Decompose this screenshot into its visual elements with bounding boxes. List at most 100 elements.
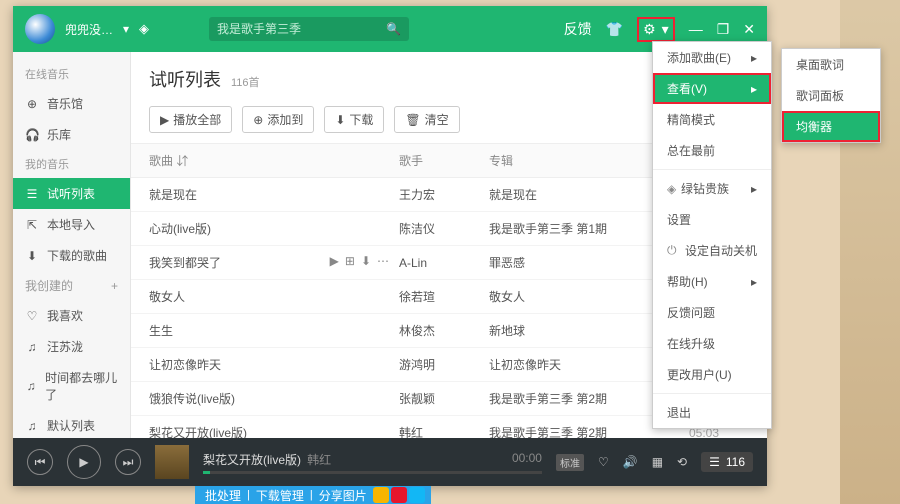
task-share[interactable]: 分享图片 [315, 487, 371, 504]
song-name: 心动(live版) [149, 220, 211, 237]
download-icon[interactable]: ⬇ [361, 254, 371, 271]
menu-auto-shutdown[interactable]: ⏻设定自动关机 [653, 235, 771, 266]
sidebar-group: 我创建的+ [13, 271, 130, 300]
shirt-icon[interactable]: 👕 [606, 21, 623, 38]
menu-compact[interactable]: 精简模式 [653, 104, 771, 135]
row-actions: ▶ ⊞ ⬇ ⋯ [330, 254, 389, 271]
app-logo-icon[interactable] [25, 14, 55, 44]
sidebar-item-local[interactable]: ⇱本地导入 [13, 209, 130, 240]
song-name: 敬女人 [149, 288, 185, 305]
page-title: 试听列表 [149, 66, 221, 92]
col-song[interactable]: 歌曲 ⇵ [149, 152, 399, 169]
more-icon[interactable]: ⋯ [377, 254, 389, 271]
import-icon: ⇱ [25, 218, 39, 232]
restore-icon[interactable]: ❐ [717, 21, 730, 38]
qq-icon[interactable] [409, 487, 425, 503]
diamond-icon: ◈ [667, 182, 681, 196]
sidebar-item-library[interactable]: 🎧乐库 [13, 119, 130, 150]
add-to-button[interactable]: ⊕ 添加到 [242, 106, 314, 133]
artist-name: A-Lin [399, 256, 489, 270]
menu-update[interactable]: 在线升级 [653, 328, 771, 359]
menu-vip[interactable]: ◈绿钻贵族▸ [653, 173, 771, 204]
next-button[interactable]: ⏭ [115, 449, 141, 475]
settings-dropdown-highlight: ⚙ ▾ [637, 17, 675, 42]
menu-exit[interactable]: 退出 [653, 397, 771, 428]
username[interactable]: 兜兜没… [65, 21, 113, 38]
now-playing-song[interactable]: 梨花又开放(live版) [203, 453, 301, 467]
queue-button[interactable]: ☰ 116 [701, 452, 753, 472]
minimize-icon[interactable]: — [689, 21, 703, 37]
clear-button[interactable]: 🗑 清空 [394, 106, 459, 133]
menu-settings[interactable]: 设置 [653, 204, 771, 235]
music-icon: ♫ [25, 379, 37, 393]
download-icon: ⬇ [25, 249, 39, 263]
task-batch[interactable]: 批处理 [201, 487, 245, 504]
download-button[interactable]: ⬇ 下载 [324, 106, 384, 133]
submenu-equalizer[interactable]: 均衡器 [782, 111, 880, 142]
song-name: 饿狼传说(live版) [149, 390, 235, 407]
play-button[interactable]: ▶ [67, 445, 101, 479]
sidebar-item-fav[interactable]: ♡我喜欢 [13, 300, 130, 331]
play-icon[interactable]: ▶ [330, 254, 339, 271]
song-count: 116首 [231, 74, 260, 90]
album-cover[interactable] [155, 445, 189, 479]
prev-button[interactable]: ⏮ [27, 449, 53, 475]
artist-name: 林俊杰 [399, 322, 489, 339]
volume-icon[interactable]: 🔊 [623, 455, 638, 469]
album-name: 就是现在 [489, 186, 669, 203]
search-box[interactable]: 🔍 [209, 17, 409, 41]
feedback-link[interactable]: 反馈 [564, 19, 592, 39]
menu-help[interactable]: 帮助(H)▸ [653, 266, 771, 297]
song-name: 让初恋像昨天 [149, 356, 221, 373]
sidebar-item-downloads[interactable]: ⬇下载的歌曲 [13, 240, 130, 271]
headset-icon: 🎧 [25, 128, 39, 142]
search-input[interactable] [217, 22, 386, 36]
progress-bar[interactable] [203, 471, 542, 474]
music-icon: ♫ [25, 340, 39, 354]
album-name: 我是歌手第三季 第2期 [489, 424, 669, 438]
song-name: 梨花又开放(live版) [149, 424, 247, 438]
song-name: 就是现在 [149, 186, 197, 203]
sidebar-item-pl1[interactable]: ♫汪苏泷 [13, 331, 130, 362]
col-album[interactable]: 专辑 [489, 152, 669, 169]
sidebar-item-music-hall[interactable]: ⊕音乐馆 [13, 88, 130, 119]
song-name: 我笑到都哭了 [149, 254, 221, 271]
app-icon[interactable] [373, 487, 389, 503]
artist-name: 游鸿明 [399, 356, 489, 373]
weibo-icon[interactable] [391, 487, 407, 503]
song-name: 生生 [149, 322, 173, 339]
music-icon: ♫ [25, 419, 39, 433]
taskbar-strip: 批处理| 下载管理| 分享图片 [195, 486, 431, 504]
search-icon[interactable]: 🔍 [386, 22, 401, 36]
artist-name: 韩红 [399, 424, 489, 438]
sidebar-item-pl2[interactable]: ♫时间都去哪儿了 [13, 362, 130, 410]
plus-icon[interactable]: + [111, 279, 118, 293]
submenu-desktop-lyrics[interactable]: 桌面歌词 [782, 49, 880, 80]
quality-tag[interactable]: 标准 [556, 454, 584, 471]
menu-add-song[interactable]: 添加歌曲(E)▸ [653, 42, 771, 73]
list-icon: ☰ [25, 187, 39, 201]
play-all-button[interactable]: ▶ 播放全部 [149, 106, 232, 133]
lyrics-icon[interactable]: ▦ [652, 455, 663, 469]
chevron-down-icon[interactable]: ▾ [123, 22, 129, 36]
menu-feedback[interactable]: 反馈问题 [653, 297, 771, 328]
sidebar-item-playlist[interactable]: ☰试听列表 [13, 178, 130, 209]
now-playing-artist[interactable]: 韩红 [307, 453, 331, 467]
submenu-lyrics-panel[interactable]: 歌词面板 [782, 80, 880, 111]
menu-switch-user[interactable]: 更改用户(U) [653, 359, 771, 390]
close-icon[interactable]: ✕ [743, 21, 755, 38]
diamond-icon[interactable]: ◈ [139, 21, 149, 37]
loop-icon[interactable]: ⟲ [677, 455, 687, 469]
settings-menu: 添加歌曲(E)▸ 查看(V)▸ 精简模式 总在最前 ◈绿钻贵族▸ 设置 ⏻设定自… [652, 41, 772, 429]
task-dlmgr[interactable]: 下载管理 [252, 487, 308, 504]
menu-ontop[interactable]: 总在最前 [653, 135, 771, 166]
album-name: 让初恋像昨天 [489, 356, 669, 373]
menu-view[interactable]: 查看(V)▸ [653, 73, 771, 104]
col-artist[interactable]: 歌手 [399, 152, 489, 169]
add-icon[interactable]: ⊞ [345, 254, 355, 271]
chevron-down-icon[interactable]: ▾ [662, 21, 669, 38]
gear-icon[interactable]: ⚙ [643, 21, 656, 38]
heart-icon[interactable]: ♡ [598, 455, 609, 469]
sidebar-item-pl3[interactable]: ♫默认列表 [13, 410, 130, 438]
player-bar: ⏮ ▶ ⏭ 梨花又开放(live版) 韩红00:00 标准 ♡ 🔊 ▦ ⟲ ☰ … [13, 438, 767, 486]
